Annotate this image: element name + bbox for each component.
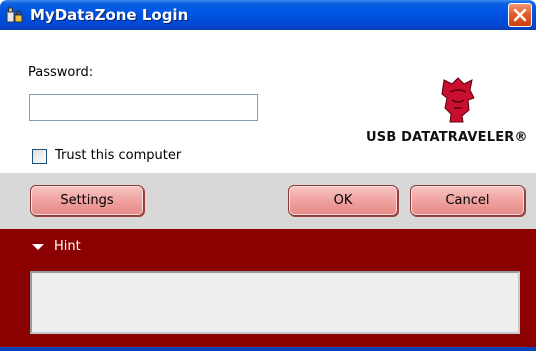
close-icon	[513, 8, 527, 22]
kingston-head-logo	[438, 76, 478, 124]
window-bottom-border	[0, 347, 536, 351]
trust-checkbox[interactable]	[32, 149, 47, 164]
triangle-down-icon[interactable]	[32, 244, 44, 250]
logo-text: USB DATATRAVELER®	[366, 130, 528, 145]
login-dialog: MyDataZone Login Password: Trust this co…	[0, 0, 536, 351]
hint-toggle-label[interactable]: Hint	[54, 239, 81, 254]
settings-button[interactable]: Settings	[30, 185, 144, 216]
window-title: MyDataZone Login	[30, 6, 189, 24]
close-button[interactable]	[508, 3, 532, 27]
trust-label[interactable]: Trust this computer	[55, 148, 181, 163]
password-label: Password:	[28, 65, 94, 80]
cancel-button[interactable]: Cancel	[410, 185, 525, 216]
hint-text-box	[30, 271, 520, 334]
title-bar[interactable]: MyDataZone Login	[0, 0, 536, 30]
password-input[interactable]	[29, 94, 258, 121]
usb-lock-icon	[6, 7, 23, 24]
ok-button[interactable]: OK	[288, 185, 398, 216]
